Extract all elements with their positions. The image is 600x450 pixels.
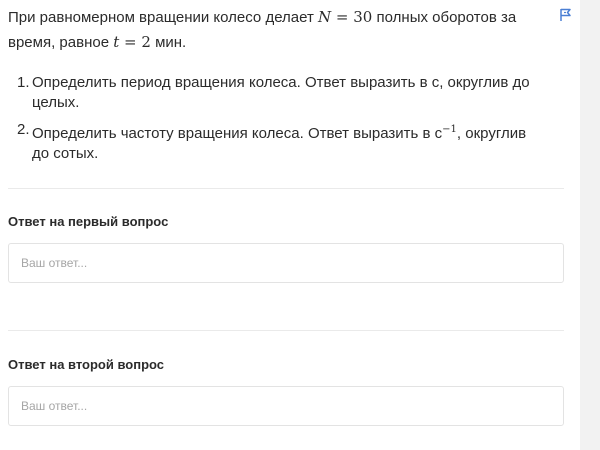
list-item-text: Определить частоту вращения колеса. Отве… — [32, 125, 443, 142]
divider — [8, 330, 564, 331]
problem-statement: При равномерном вращении колесо делает N… — [8, 5, 538, 55]
problem-text-part: мин. — [150, 34, 187, 51]
problem-text-part: При равномерном вращении колесо делает — [8, 9, 319, 26]
list-item: 2. Определить частоту вращения колеса. О… — [17, 120, 542, 164]
math-value-t: 2 — [141, 33, 151, 51]
scrollbar-track[interactable] — [580, 0, 600, 450]
unit-superscript: −1 — [442, 124, 457, 135]
list-item-number: 2. — [17, 121, 30, 138]
math-variable-n: N — [318, 8, 332, 26]
list-item: 1. Определить период вращения колеса. От… — [17, 73, 542, 113]
math-value-n: 30 — [353, 8, 373, 26]
task-list: 1. Определить период вращения колеса. От… — [8, 73, 542, 171]
math-equals: = — [119, 33, 142, 51]
flag-icon[interactable] — [558, 7, 574, 23]
answer-1-label: Ответ на первый вопрос — [8, 214, 169, 229]
answer-2-input[interactable] — [8, 386, 564, 426]
answer-1-input[interactable] — [8, 243, 564, 283]
answer-2-label: Ответ на второй вопрос — [8, 357, 165, 372]
list-item-text: Определить период вращения колеса. Ответ… — [32, 74, 530, 111]
divider — [8, 188, 564, 189]
list-item-number: 1. — [17, 74, 30, 91]
math-equals: = — [331, 8, 354, 26]
